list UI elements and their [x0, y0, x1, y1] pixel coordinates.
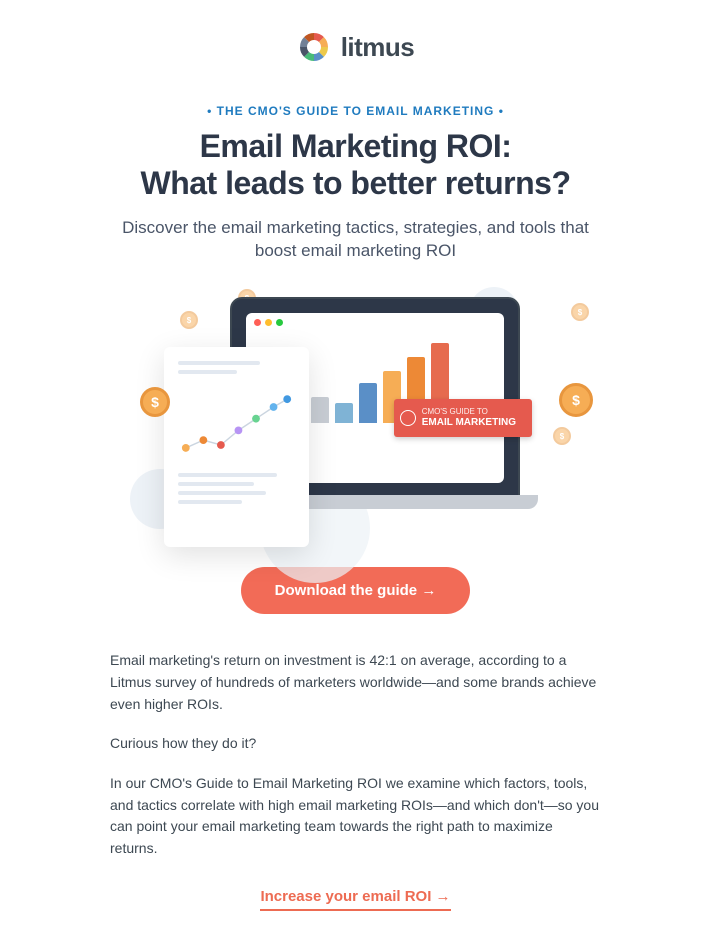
close-dot-icon — [254, 319, 261, 326]
body-paragraph: Curious how they do it? — [110, 733, 601, 755]
dollar-coin-icon: $ — [571, 303, 589, 321]
email-page: litmus • THE CMO'S GUIDE TO EMAIL MARKET… — [0, 0, 711, 946]
expand-dot-icon — [276, 319, 283, 326]
window-controls — [254, 319, 283, 326]
litmus-icon — [297, 30, 331, 64]
text-placeholder-lines — [178, 361, 295, 374]
cta-wrap: Download the guide → — [110, 567, 601, 614]
download-guide-button[interactable]: Download the guide → — [241, 567, 471, 614]
hero-illustration: $ $ $ $ CMO'S GUIDE TO — [110, 287, 601, 547]
dollar-coin-icon: $ — [553, 427, 571, 445]
text-placeholder-lines — [178, 473, 295, 504]
dollar-coin-icon: $ — [559, 383, 593, 417]
minimize-dot-icon — [265, 319, 272, 326]
body-paragraph: In our CMO's Guide to Email Marketing RO… — [110, 773, 601, 860]
brand-name: litmus — [341, 32, 415, 63]
subheadline: Discover the email marketing tactics, st… — [110, 216, 601, 264]
dollar-coin-icon: $ — [140, 387, 170, 417]
headline-line-2: What leads to better returns? — [141, 165, 571, 201]
eyebrow-text: • THE CMO'S GUIDE TO EMAIL MARKETING • — [110, 104, 601, 118]
body-paragraph: Email marketing's return on investment i… — [110, 650, 601, 715]
banner-line-1: CMO'S GUIDE TO — [422, 407, 516, 417]
guide-banner: CMO'S GUIDE TO EMAIL MARKETING — [394, 399, 532, 437]
document-card — [164, 347, 309, 547]
brand-logo[interactable]: litmus — [110, 30, 601, 64]
line-chart-graphic — [178, 388, 295, 463]
dollar-coin-icon: $ — [180, 311, 198, 329]
increase-roi-link[interactable]: Increase your email ROI → — [260, 888, 450, 911]
page-headline: Email Marketing ROI: What leads to bette… — [110, 128, 601, 202]
headline-line-1: Email Marketing ROI: — [200, 128, 512, 164]
footer-link-wrap: Increase your email ROI → — [110, 888, 601, 906]
banner-line-2: EMAIL MARKETING — [422, 417, 516, 429]
